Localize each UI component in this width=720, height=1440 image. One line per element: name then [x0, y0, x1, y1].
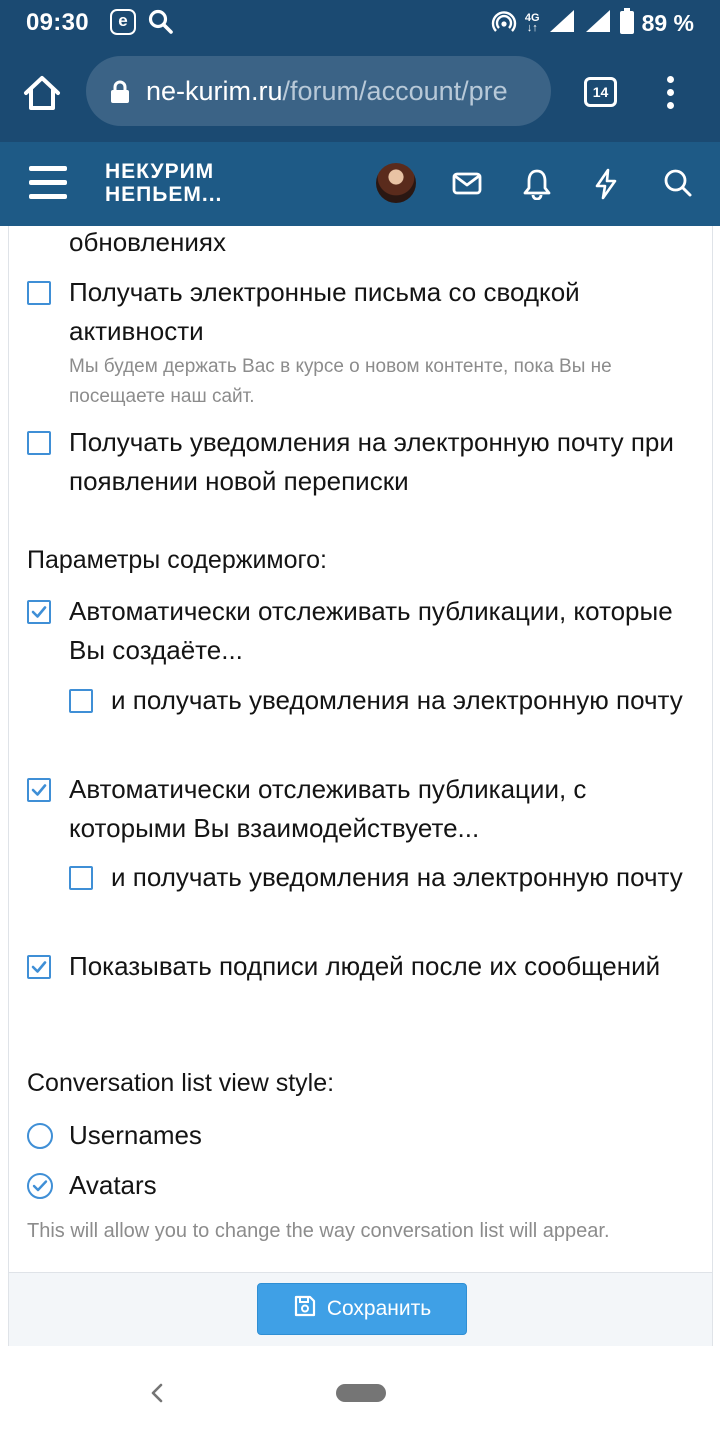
battery-percent: 89 %: [641, 9, 694, 36]
network-type-label: 4G: [524, 12, 540, 24]
browser-toolbar: ne-kurim.ru/forum/account/pre 14: [0, 46, 720, 142]
email-digest-label[interactable]: Получать электронные письма со сводкой а…: [69, 273, 699, 351]
watch-interacted-email-checkbox[interactable]: [69, 866, 93, 890]
home-icon[interactable]: [22, 74, 62, 117]
address-bar[interactable]: ne-kurim.ru/forum/account/pre: [86, 56, 551, 126]
previous-option-label-tail: обновлениях: [69, 227, 226, 257]
url-path: /forum/account/pre: [282, 76, 508, 106]
logo-line-2: НЕПЬЕМ...: [105, 183, 223, 206]
watch-interacted-email-label[interactable]: и получать уведомления на электронную по…: [111, 858, 701, 897]
network-type-icon: 4G ↓↑: [524, 12, 540, 34]
save-button[interactable]: Сохранить: [257, 1283, 467, 1335]
avatars-radio-label[interactable]: Avatars: [69, 1166, 157, 1205]
checkmark-icon: [32, 1180, 48, 1192]
hamburger-menu-icon[interactable]: [29, 166, 67, 200]
system-navigation-bar: [0, 1346, 720, 1440]
email-conversation-checkbox[interactable]: [27, 431, 51, 455]
preferences-form: обновлениях Получать электронные письма …: [8, 226, 713, 1272]
email-digest-hint: Мы будем держать Вас в курсе о новом кон…: [69, 356, 612, 407]
save-icon: [293, 1294, 317, 1324]
checkmark-icon: [31, 961, 47, 973]
status-time: 09:30: [26, 9, 89, 36]
hotspot-icon: [491, 8, 517, 39]
show-signatures-label[interactable]: Показывать подписи людей после их сообще…: [69, 947, 699, 986]
home-pill[interactable]: [336, 1384, 386, 1402]
email-conversation-label[interactable]: Получать уведомления на электронную почт…: [69, 423, 699, 501]
avatars-radio[interactable]: [27, 1173, 53, 1199]
browser-menu-icon[interactable]: [664, 76, 676, 110]
content-options-title: Параметры содержимого:: [27, 546, 327, 574]
view-style-hint: This will allow you to change the way co…: [27, 1220, 610, 1242]
watch-interacted-checkbox[interactable]: [27, 778, 51, 802]
search-icon[interactable]: [663, 168, 693, 203]
lock-icon: [110, 80, 130, 109]
browser-app-icon: e: [110, 9, 136, 35]
save-button-label: Сохранить: [326, 1297, 432, 1320]
mail-icon[interactable]: [451, 168, 483, 203]
watch-created-email-checkbox[interactable]: [69, 689, 93, 713]
back-chevron-icon[interactable]: [148, 1383, 166, 1408]
status-bar: 09:30 e 4G ↓↑ 89 %: [0, 0, 720, 46]
checkmark-icon: [31, 606, 47, 618]
bell-icon[interactable]: [522, 168, 552, 205]
watch-interacted-label[interactable]: Автоматически отслеживать публикации, с …: [69, 770, 699, 848]
site-header: НЕКУРИМ НЕПЬЕМ...: [0, 142, 720, 226]
battery-icon: [619, 7, 634, 39]
lightning-icon[interactable]: [593, 168, 619, 205]
search-notification-icon: [148, 9, 174, 40]
email-digest-checkbox[interactable]: [27, 281, 51, 305]
form-submit-row: Сохранить: [8, 1272, 713, 1346]
signal-icon: [548, 8, 576, 39]
user-avatar[interactable]: [376, 163, 416, 203]
site-logo[interactable]: НЕКУРИМ НЕПЬЕМ...: [105, 160, 222, 206]
logo-line-1: НЕКУРИМ: [105, 160, 215, 183]
view-style-title: Conversation list view style:: [27, 1069, 335, 1097]
usernames-radio[interactable]: [27, 1123, 53, 1149]
url-host: ne-kurim.ru: [146, 76, 283, 106]
usernames-radio-label[interactable]: Usernames: [69, 1116, 202, 1155]
watch-created-checkbox[interactable]: [27, 600, 51, 624]
url-text[interactable]: ne-kurim.ru/forum/account/pre: [146, 76, 508, 107]
show-signatures-checkbox[interactable]: [27, 955, 51, 979]
tab-switcher-button[interactable]: 14: [584, 77, 617, 107]
watch-created-email-label[interactable]: и получать уведомления на электронную по…: [111, 681, 701, 720]
checkmark-icon: [31, 784, 47, 796]
watch-created-label[interactable]: Автоматически отслеживать публикации, ко…: [69, 592, 699, 670]
signal-icon-2: [584, 8, 612, 39]
